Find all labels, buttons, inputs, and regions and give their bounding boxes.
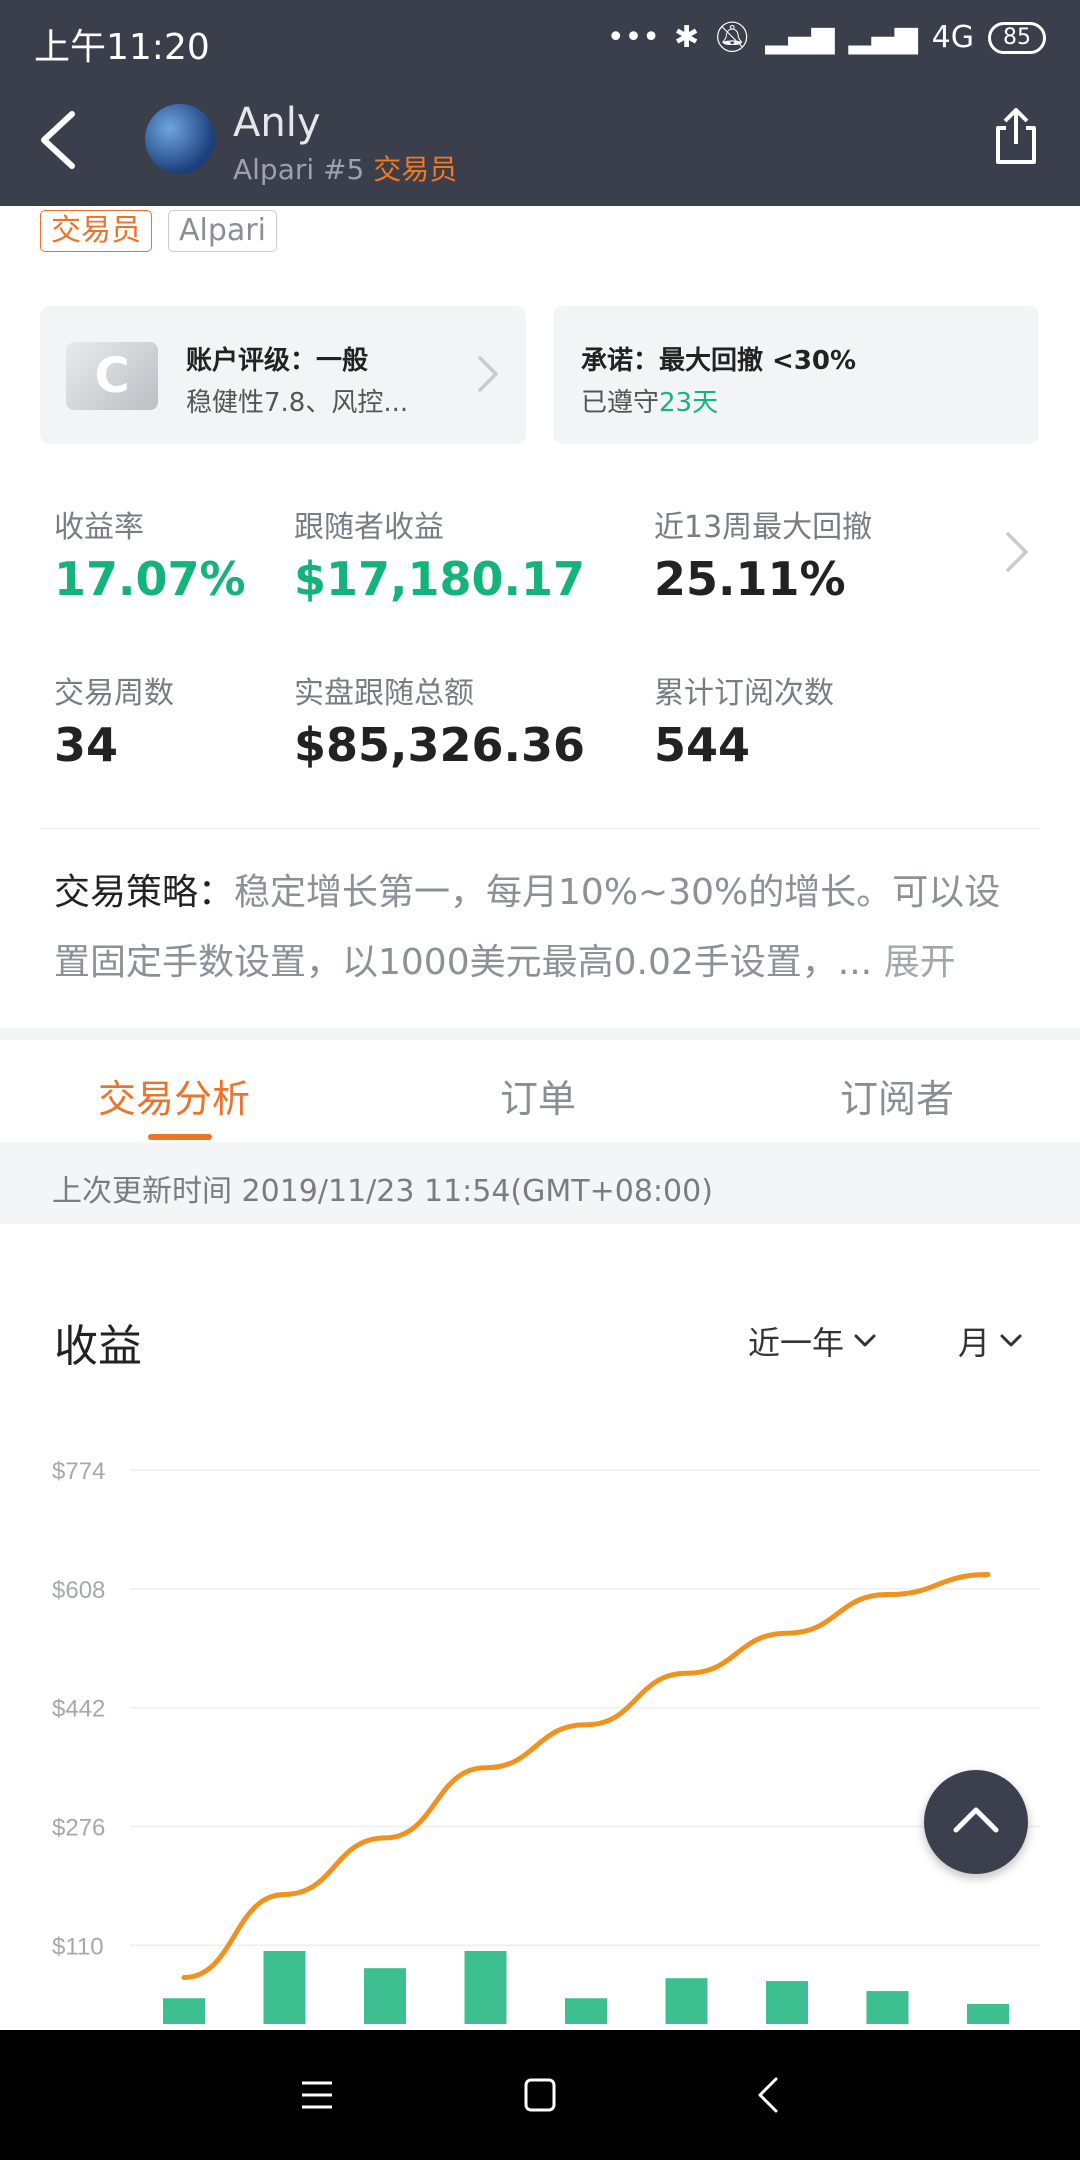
profit-chart: $774 $608 $442 $276 $110 [52, 1458, 1040, 2024]
stat-drawdown-value: 25.11% [654, 552, 846, 606]
stat-subscriptions-value: 544 [654, 718, 751, 772]
expand-link[interactable]: 展开 [884, 942, 956, 983]
y-tick-label: $608 [52, 1577, 105, 1604]
trader-subtitle: Alpari #5 交易员 [233, 148, 457, 188]
signal-icon-2: ▂▄▆ [848, 20, 918, 55]
stat-return-label: 收益率 [54, 510, 144, 545]
stat-weeks-label: 交易周数 [54, 676, 174, 711]
granularity-value: 月 [958, 1324, 991, 1362]
stat-follow-total-value: $85,326.36 [294, 718, 586, 772]
profit-line [181, 1572, 991, 1980]
y-tick-label: $442 [52, 1696, 105, 1723]
mute-icon: 🔕︎ [713, 20, 752, 55]
arrow-up-icon [953, 1807, 999, 1833]
tag-broker: Alpari [168, 210, 277, 252]
back-nav-icon[interactable] [756, 2076, 780, 2114]
more-dots-icon: ••• [606, 20, 660, 55]
promise-title: 承诺：最大回撤 <30% [581, 346, 857, 376]
section-separator [0, 1028, 1080, 1040]
tab-active-indicator [148, 1134, 212, 1140]
stat-drawdown-label: 近13周最大回撤 [654, 510, 873, 545]
role-label: 交易员 [373, 153, 458, 186]
tab-orders[interactable]: 订单 [500, 1068, 576, 1123]
rating-subtitle: 稳健性7.8、风控... [186, 388, 409, 418]
bar [766, 1981, 808, 2024]
chevron-right-icon [478, 356, 498, 392]
stat-return-value: 17.07% [54, 552, 246, 606]
tab-trade-analysis[interactable]: 交易分析 [98, 1068, 250, 1123]
y-tick-label: $774 [52, 1458, 105, 1485]
bar [163, 1998, 205, 2024]
tab-subscribers[interactable]: 订阅者 [840, 1068, 954, 1123]
bar [967, 2003, 1009, 2024]
divider [40, 828, 1040, 829]
rating-card[interactable]: C 账户评级：一般 稳健性7.8、风控... [40, 306, 526, 444]
period-value: 近一年 [748, 1324, 845, 1362]
home-icon[interactable] [524, 2078, 556, 2112]
app-header: 上午11:20 ••• ✱ 🔕︎ ▂▄▆ ▂▄▆ 4G 85 Anly Alpa… [0, 0, 1080, 206]
tag-trader: 交易员 [40, 210, 152, 252]
bar [464, 1950, 507, 2024]
bar [665, 1978, 708, 2024]
rating-title: 账户评级：一般 [186, 346, 369, 376]
status-time: 上午11:20 [34, 27, 210, 68]
promise-subtitle: 已遵守23天 [581, 382, 718, 419]
back-icon[interactable] [34, 108, 84, 172]
bluetooth-icon: ✱ [673, 20, 700, 55]
y-tick-label: $110 [52, 1933, 104, 1960]
battery-icon: 85 [988, 21, 1046, 54]
period-dropdown[interactable]: 近一年 [748, 1318, 876, 1364]
scroll-top-button[interactable] [924, 1770, 1028, 1874]
status-icons: ••• ✱ 🔕︎ ▂▄▆ ▂▄▆ 4G 85 [607, 20, 1046, 55]
stats-chevron-icon[interactable] [1004, 530, 1030, 574]
stat-follower-profit-label: 跟随者收益 [294, 510, 444, 545]
signal-icon: ▂▄▆ [765, 20, 835, 55]
granularity-dropdown[interactable]: 月 [958, 1318, 1022, 1364]
bar [565, 1998, 607, 2024]
chevron-down-icon [854, 1334, 876, 1347]
promise-prefix: 已遵守 [581, 388, 660, 418]
system-nav-bar [0, 2030, 1080, 2160]
promise-card: 承诺：最大回撤 <30% 已遵守23天 [553, 306, 1039, 444]
network-type: 4G [931, 20, 974, 55]
bar [364, 1968, 406, 2024]
stat-weeks-value: 34 [54, 718, 119, 772]
strategy-label: 交易策略： [54, 872, 235, 913]
y-tick-label: $276 [52, 1814, 105, 1841]
promise-days: 23天 [659, 388, 719, 418]
bar [263, 1950, 306, 2024]
avatar[interactable] [145, 104, 215, 174]
strategy-text[interactable]: 交易策略：稳定增长第一，每月10%~30%的增长。可以设置固定手数设置，以100… [54, 858, 1034, 998]
chevron-down-icon [1000, 1334, 1022, 1347]
stat-follow-total-label: 实盘跟随总额 [294, 676, 474, 711]
last-update-text: 上次更新时间 2019/11/23 11:54(GMT+08:00) [52, 1174, 713, 1209]
menu-icon[interactable] [300, 2080, 334, 2110]
bar [866, 1991, 909, 2024]
rating-badge: C [66, 342, 158, 410]
chart-title: 收益 [54, 1321, 142, 1372]
share-icon[interactable] [990, 106, 1042, 168]
stat-subscriptions-label: 累计订阅次数 [654, 676, 834, 711]
broker-label: Alpari #5 [233, 153, 365, 186]
stat-follower-profit-value: $17,180.17 [294, 552, 586, 606]
trader-name: Anly [233, 100, 321, 146]
